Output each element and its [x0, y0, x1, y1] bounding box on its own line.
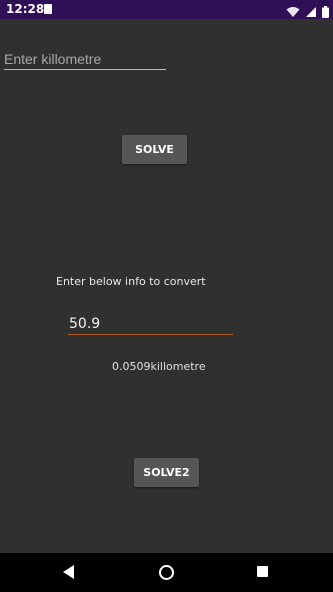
recents-icon[interactable]	[257, 566, 268, 577]
kilometre-input[interactable]	[4, 49, 166, 70]
home-icon[interactable]	[159, 565, 174, 580]
status-bar: 12:28	[0, 0, 333, 19]
instruction-label: Enter below info to convert	[56, 275, 206, 288]
status-time: 12:28	[6, 2, 45, 16]
navigation-bar	[0, 553, 333, 592]
main-content: SOLVE Enter below info to convert 0.0509…	[0, 19, 333, 553]
value-input[interactable]	[68, 314, 233, 335]
result-label: 0.0509killometre	[112, 360, 206, 373]
solve2-button[interactable]: SOLVE2	[134, 458, 199, 487]
sim-card-icon	[44, 4, 52, 14]
back-icon[interactable]	[63, 565, 74, 579]
status-icons	[286, 3, 329, 18]
solve-button[interactable]: SOLVE	[122, 135, 187, 164]
